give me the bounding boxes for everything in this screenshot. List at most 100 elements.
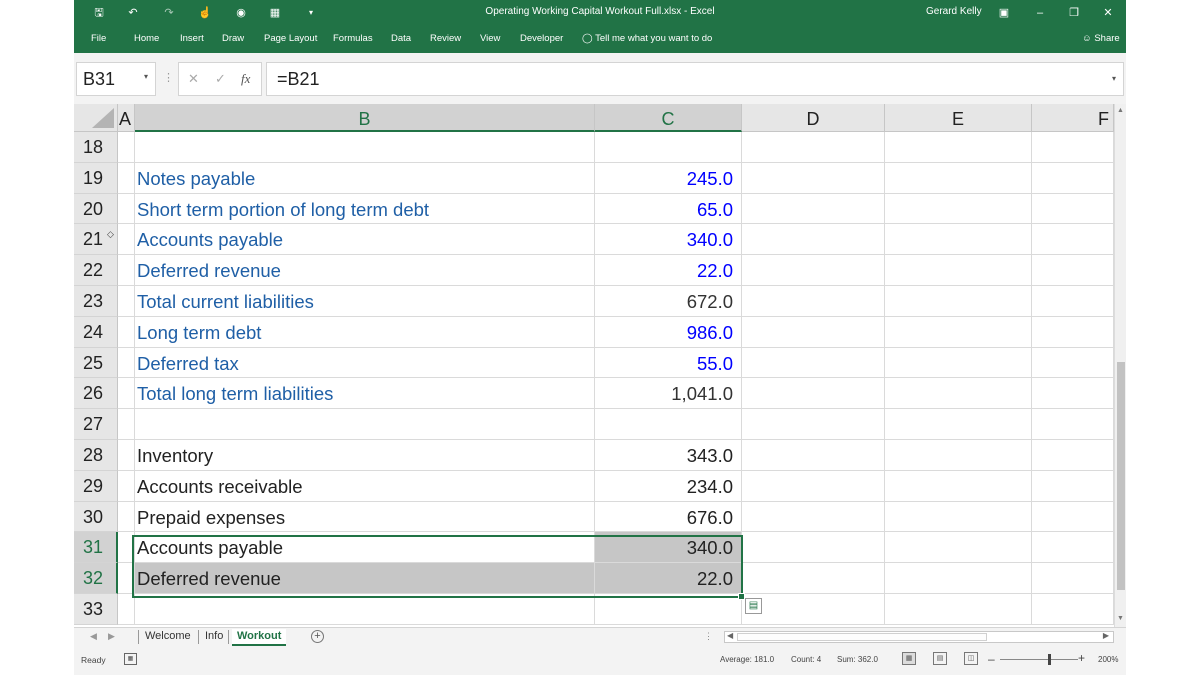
cell-empty[interactable] xyxy=(742,316,885,348)
cell-empty[interactable] xyxy=(1032,501,1114,533)
zoom-level[interactable]: 200% xyxy=(1098,655,1118,664)
tab-review[interactable]: Review xyxy=(430,33,461,44)
row-header[interactable]: 26 xyxy=(74,378,118,410)
cell-empty[interactable] xyxy=(742,501,885,533)
cell-empty[interactable] xyxy=(885,378,1032,410)
row-header[interactable]: 27 xyxy=(74,409,118,440)
cell-empty[interactable] xyxy=(742,378,885,410)
cell-empty[interactable] xyxy=(885,501,1032,533)
zoom-slider-knob[interactable] xyxy=(1048,654,1051,665)
chevron-down-icon[interactable]: ▾ xyxy=(144,72,148,81)
tab-draw[interactable]: Draw xyxy=(222,33,244,44)
horizontal-scroll-thumb[interactable] xyxy=(737,633,987,641)
row-header[interactable]: 23 xyxy=(74,285,118,317)
cell-empty[interactable] xyxy=(1032,470,1114,502)
cell-empty[interactable] xyxy=(885,470,1032,502)
cell-value[interactable]: 343.0 xyxy=(595,439,742,471)
cell-label[interactable]: Short term portion of long term debt xyxy=(135,193,595,225)
cell-value[interactable]: 676.0 xyxy=(595,501,742,533)
cell-label[interactable]: Notes payable xyxy=(135,162,595,194)
cell-empty[interactable] xyxy=(1032,132,1114,163)
col-header-c[interactable]: C xyxy=(595,104,742,132)
status-average[interactable]: Average: 181.0 xyxy=(720,655,774,664)
next-sheet-icon[interactable]: ▶ xyxy=(108,631,115,642)
splitter-handle[interactable]: ⋮ xyxy=(163,71,174,84)
cell-a[interactable] xyxy=(118,255,135,286)
cell-empty[interactable] xyxy=(885,285,1032,317)
cell-empty[interactable] xyxy=(885,439,1032,471)
cell-empty[interactable] xyxy=(885,347,1032,379)
col-header-e[interactable]: E xyxy=(885,104,1032,132)
cell-value[interactable] xyxy=(595,409,742,440)
zoom-out-icon[interactable]: – xyxy=(988,652,995,666)
cell-empty[interactable] xyxy=(1032,347,1114,379)
scroll-right-icon[interactable]: ▶ xyxy=(1100,631,1112,643)
tab-home[interactable]: Home xyxy=(134,33,159,44)
tab-page-layout[interactable]: Page Layout xyxy=(264,33,317,44)
cell-label[interactable] xyxy=(135,409,595,440)
cell-empty[interactable] xyxy=(742,224,885,256)
cell-a[interactable] xyxy=(118,439,135,471)
add-sheet-icon[interactable]: + xyxy=(311,630,324,643)
cell-value[interactable]: 65.0 xyxy=(595,193,742,225)
cell-empty[interactable] xyxy=(1032,193,1114,225)
page-layout-view-icon[interactable]: ▤ xyxy=(933,652,947,665)
row-header[interactable]: 20 xyxy=(74,193,118,225)
cell-a[interactable] xyxy=(118,409,135,440)
col-header-a[interactable]: A xyxy=(118,104,135,132)
cell-empty[interactable] xyxy=(1032,162,1114,194)
cell-empty[interactable] xyxy=(742,593,885,625)
row-header[interactable]: 33 xyxy=(74,593,118,625)
cell-value[interactable]: 340.0 xyxy=(595,224,742,256)
cell-empty[interactable] xyxy=(742,255,885,286)
cell-a[interactable] xyxy=(118,563,135,594)
row-header[interactable]: 31 xyxy=(74,532,118,564)
tab-file[interactable]: File xyxy=(91,33,106,44)
col-header-f[interactable]: F xyxy=(1032,104,1114,132)
vertical-scrollbar[interactable]: ▲ ▼ xyxy=(1114,104,1126,627)
cell-empty[interactable] xyxy=(885,593,1032,625)
cell-label[interactable]: Accounts receivable xyxy=(135,470,595,502)
vertical-scroll-thumb[interactable] xyxy=(1117,362,1125,590)
cell-a[interactable] xyxy=(118,316,135,348)
cell-empty[interactable] xyxy=(742,285,885,317)
cell-value[interactable]: 22.0 xyxy=(595,255,742,286)
tab-split-handle[interactable]: ⋮ xyxy=(704,631,713,642)
cell-value[interactable]: 340.0 xyxy=(595,532,742,564)
cell-label[interactable]: Deferred revenue xyxy=(135,255,595,286)
cell-empty[interactable] xyxy=(1032,255,1114,286)
row-header[interactable]: 30 xyxy=(74,501,118,533)
cell-empty[interactable] xyxy=(742,439,885,471)
cell-a[interactable] xyxy=(118,470,135,502)
cell-empty[interactable] xyxy=(742,193,885,225)
cell-a[interactable] xyxy=(118,162,135,194)
select-all-button[interactable] xyxy=(74,104,118,132)
cell-label[interactable]: Inventory xyxy=(135,439,595,471)
status-count[interactable]: Count: 4 xyxy=(791,655,821,664)
cell-empty[interactable] xyxy=(885,532,1032,564)
row-header[interactable]: 28 xyxy=(74,439,118,471)
cancel-icon[interactable]: ✕ xyxy=(188,71,199,87)
cell-empty[interactable] xyxy=(885,316,1032,348)
cell-label[interactable]: Accounts payable xyxy=(135,532,595,564)
cell-value[interactable]: 672.0 xyxy=(595,285,742,317)
cell-label[interactable]: Total long term liabilities xyxy=(135,378,595,410)
cell-value[interactable]: 986.0 xyxy=(595,316,742,348)
cell-empty[interactable] xyxy=(742,470,885,502)
row-header[interactable]: 25 xyxy=(74,347,118,379)
cell-empty[interactable] xyxy=(1032,224,1114,256)
cell-empty[interactable] xyxy=(885,409,1032,440)
zoom-in-icon[interactable]: + xyxy=(1078,651,1085,665)
user-name[interactable]: Gerard Kelly xyxy=(926,6,982,17)
cell-empty[interactable] xyxy=(885,162,1032,194)
cell-empty[interactable] xyxy=(1032,378,1114,410)
cell-label[interactable]: Total current liabilities xyxy=(135,285,595,317)
tab-insert[interactable]: Insert xyxy=(180,33,204,44)
row-header[interactable]: 19 xyxy=(74,162,118,194)
minimize-icon[interactable]: – xyxy=(1030,4,1050,22)
cell-empty[interactable] xyxy=(742,162,885,194)
tab-formulas[interactable]: Formulas xyxy=(333,33,373,44)
scroll-left-icon[interactable]: ◀ xyxy=(727,631,733,640)
fill-handle[interactable] xyxy=(738,593,745,600)
zoom-slider[interactable] xyxy=(1000,659,1078,660)
